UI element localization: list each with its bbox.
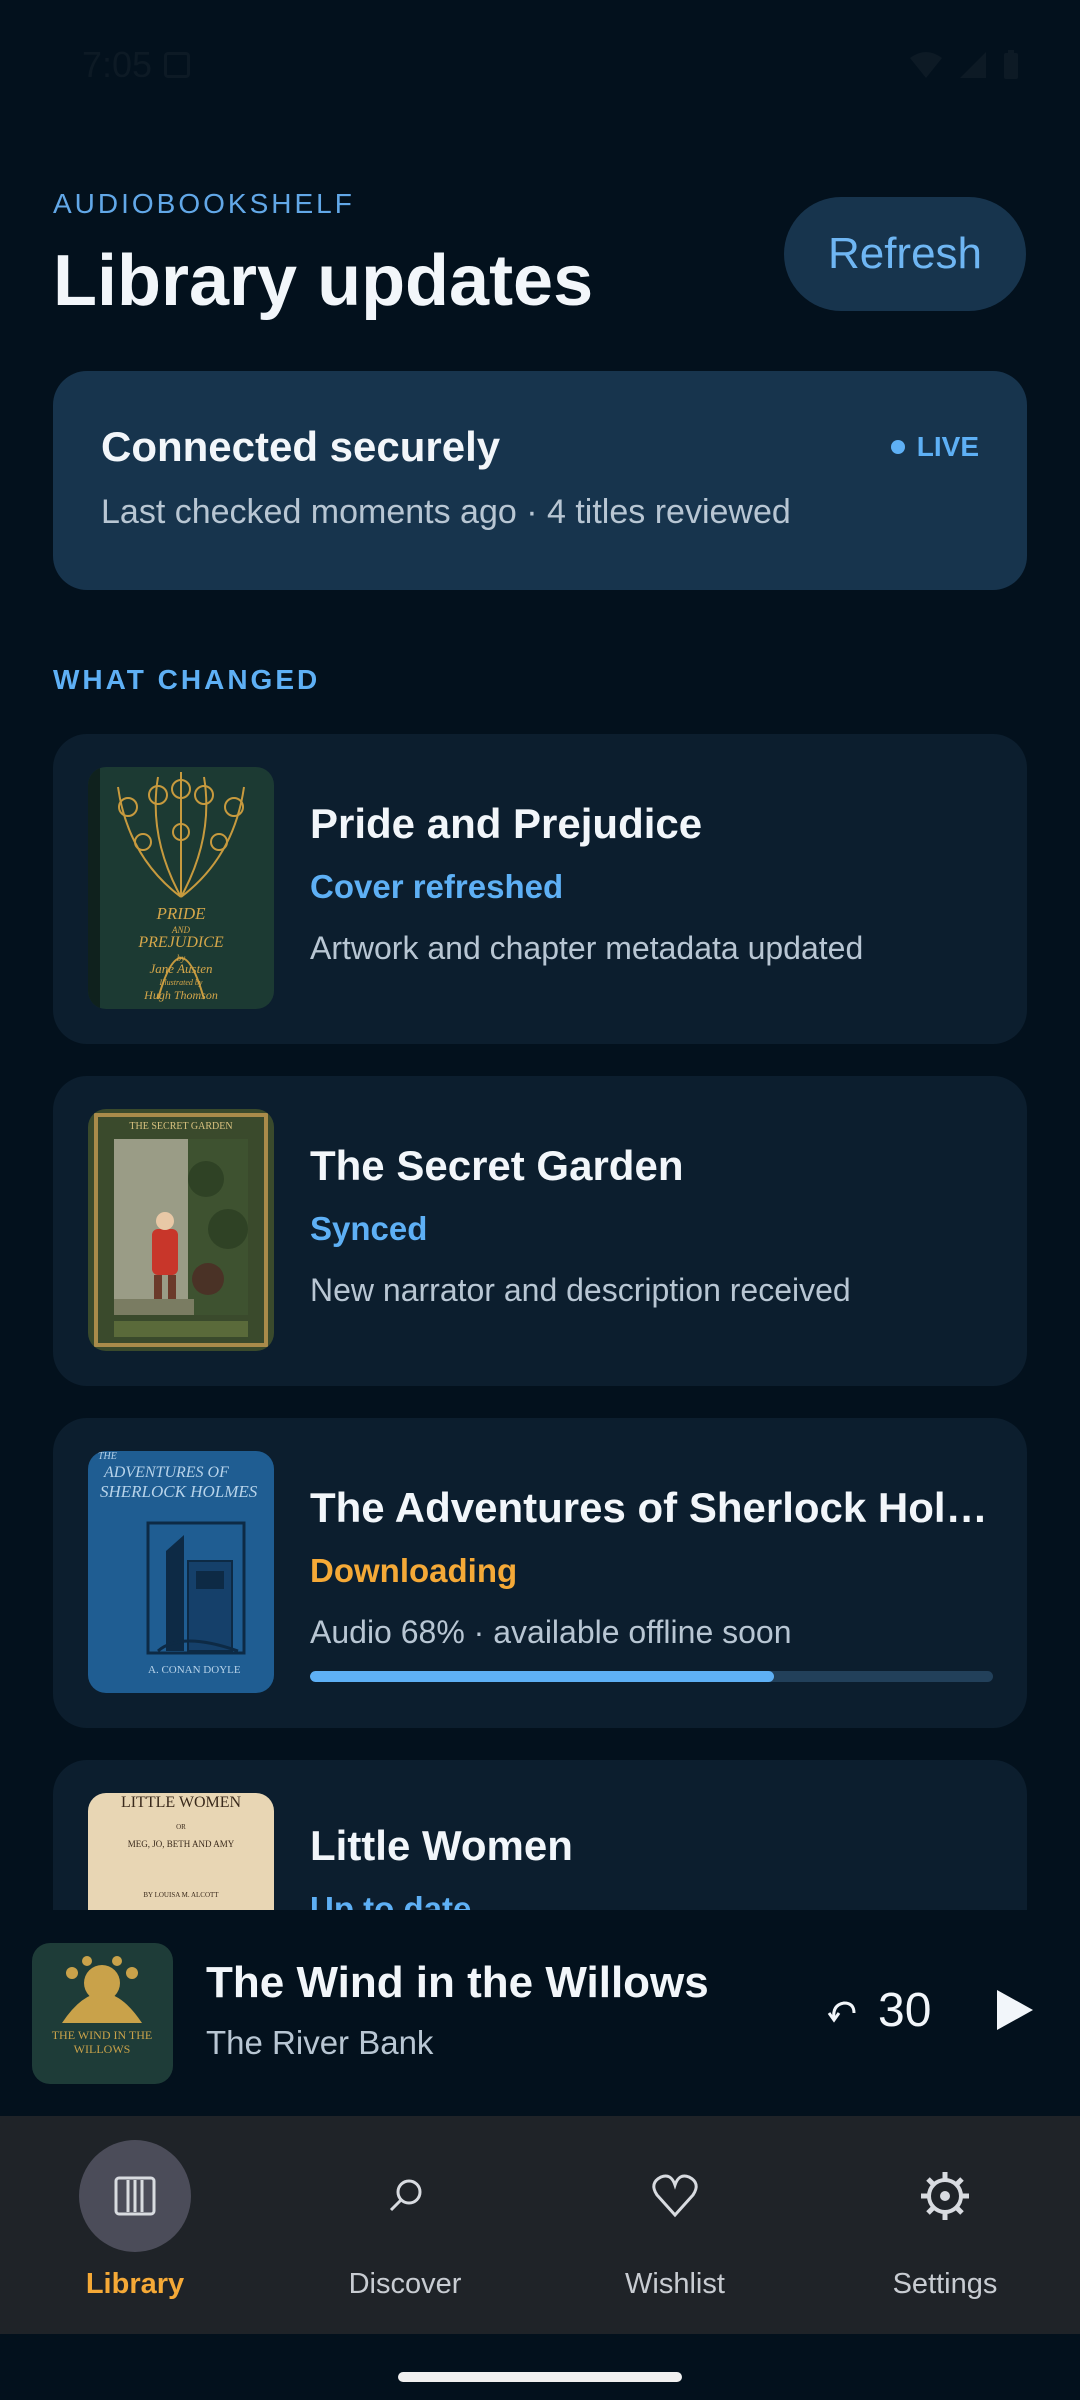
mini-player[interactable]: THE WIND IN THE WILLOWS The Wind in the … [0, 1910, 1080, 2116]
page-title: Library updates [53, 241, 594, 321]
book-cover: THE ADVENTURES OF SHERLOCK HOLMES A. CON… [88, 1451, 274, 1693]
live-badge: LIVE [890, 431, 979, 463]
nav-item-library[interactable]: Library [0, 2116, 270, 2334]
nav-item-discover[interactable]: Discover [270, 2116, 540, 2334]
live-badge-label: LIVE [916, 431, 979, 462]
section-label: WHAT CHANGED [53, 664, 321, 695]
battery-icon [1004, 50, 1018, 79]
library-icon [114, 2176, 156, 2216]
play-button[interactable] [985, 1980, 1045, 2040]
gesture-area [0, 2334, 1080, 2400]
cover-subtitle-line: MEG, JO, BETH AND AMY [128, 1839, 235, 1849]
cover-author-line: Jane Austen [150, 961, 213, 976]
book-cover: THE SECRET GARDEN [88, 1109, 274, 1351]
cover-title-line: WILLOWS [74, 2042, 131, 2056]
heart-icon [652, 2174, 698, 2218]
connection-status-card: Connected securely Last checked moments … [53, 371, 1027, 590]
download-progress-bar [310, 1671, 993, 1682]
cover-subtitle-line: OR [176, 1823, 186, 1831]
book-description: New narrator and description received [310, 1272, 851, 1308]
book-status: Up to date [310, 1890, 472, 1910]
live-dot-icon [890, 440, 905, 454]
book-description: Audio 68% · available offline soon [310, 1614, 792, 1650]
now-playing-title: The Wind in the Willows [206, 1958, 709, 2007]
book-description: Artwork and chapter metadata updated [310, 930, 864, 966]
rewind-30-button[interactable]: 30 [826, 1970, 931, 2050]
cover-title-prefix: THE [98, 1451, 117, 1462]
book-card-pride-and-prejudice[interactable]: PRIDE AND PREJUDICE by Jane Austen Illus… [53, 734, 1027, 1044]
cover-title-line: PREJUDICE [137, 934, 224, 951]
cover-title-line: SHERLOCK HOLMES [100, 1482, 258, 1501]
cover-title-line: ADVENTURES OF [103, 1464, 229, 1481]
cover-title: THE SECRET GARDEN [129, 1121, 232, 1132]
status-time: 7:05 [82, 44, 153, 85]
rewind-seconds: 30 [878, 1983, 932, 2037]
nav-label: Library [85, 2268, 185, 2300]
book-title: The Adventures of Sherlock Holmes [310, 1484, 1000, 1531]
updates-list[interactable]: PRIDE AND PREJUDICE by Jane Austen Illus… [0, 720, 1080, 1910]
now-playing-chapter: The River Bank [206, 2024, 434, 2061]
cover-title-line: PRIDE [155, 904, 206, 923]
nav-item-wishlist[interactable]: Wishlist [540, 2116, 810, 2334]
now-playing-cover: THE WIND IN THE WILLOWS [32, 1943, 173, 2084]
connection-title: Connected securely [101, 423, 501, 470]
play-icon [997, 1990, 1033, 2030]
nav-active-indicator [79, 2140, 191, 2252]
status-bar: 7:05 [0, 0, 1080, 130]
book-status: Synced [310, 1210, 428, 1247]
home-gesture-bar[interactable] [398, 2372, 682, 2382]
book-status: Cover refreshed [310, 868, 564, 905]
cover-author: BY LOUISA M. ALCOTT [143, 1891, 219, 1899]
wifi-icon [910, 52, 942, 78]
cover-title-line: THE WIND IN THE [52, 2028, 153, 2042]
screenshot-notification-icon [164, 52, 191, 78]
connection-subtitle: Last checked moments ago · 4 titles revi… [101, 493, 791, 531]
book-title: Little Women [310, 1822, 573, 1869]
app-brand-label: AUDIOBOOKSHELF [53, 188, 355, 219]
book-cover: PRIDE AND PREJUDICE by Jane Austen Illus… [88, 767, 274, 1009]
cover-title: LITTLE WOMEN [121, 1794, 242, 1811]
book-card-the-adventures-of-sherlock-holmes[interactable]: THE ADVENTURES OF SHERLOCK HOLMES A. CON… [53, 1418, 1027, 1728]
nav-label: Settings [892, 2268, 998, 2300]
nav-item-settings[interactable]: Settings [810, 2116, 1080, 2334]
download-progress-fill [310, 1671, 775, 1682]
cover-illustrator-line: Hugh Thomson [143, 988, 218, 1002]
book-cover: LITTLE WOMEN OR MEG, JO, BETH AND AMY BY… [88, 1793, 274, 1910]
book-card-the-secret-garden[interactable]: THE SECRET GARDEN The Secret Garden Sync… [53, 1076, 1027, 1386]
book-title: Pride and Prejudice [310, 800, 703, 847]
cover-illustrator-line: Illustrated by [159, 978, 203, 987]
nav-label: Wishlist [625, 2268, 725, 2300]
rewind-icon [827, 2001, 856, 2023]
refresh-button[interactable]: Refresh [784, 197, 1026, 311]
signal-icon [960, 52, 986, 78]
book-card-little-women[interactable]: LITTLE WOMEN OR MEG, JO, BETH AND AMY BY… [53, 1760, 1027, 1910]
nav-label: Discover [348, 2268, 462, 2300]
book-status: Downloading [310, 1552, 518, 1589]
search-icon [389, 2179, 422, 2212]
book-title: The Secret Garden [310, 1142, 684, 1189]
cover-author: A. CONAN DOYLE [148, 1664, 241, 1676]
bottom-nav: Library Discover Wishlist Settings [0, 2116, 1080, 2334]
gear-icon [921, 2172, 969, 2220]
